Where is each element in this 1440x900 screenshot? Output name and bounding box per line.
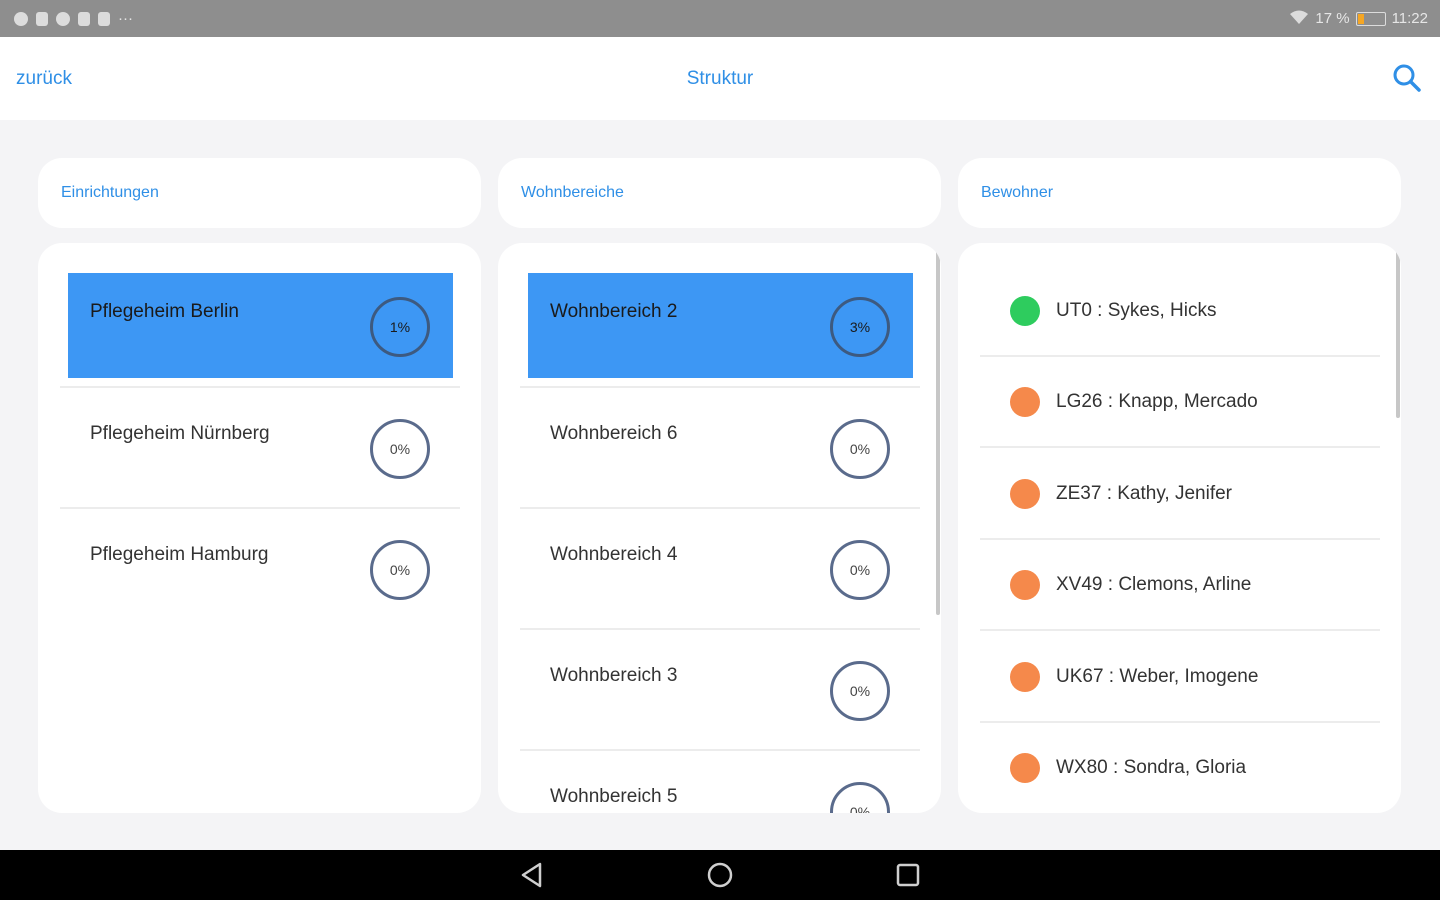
bewohner-list[interactable]: UT0 : Sykes, Hicks LG26 : Knapp, Mercado… — [958, 243, 1401, 813]
divider — [520, 386, 920, 388]
circle-home-icon[interactable] — [706, 861, 734, 889]
list-item[interactable]: Wohnbereich 6 0% — [528, 395, 913, 500]
divider — [520, 749, 920, 751]
progress-circle: 0% — [830, 661, 890, 721]
resident-row[interactable]: LG26 : Knapp, Mercado — [978, 356, 1380, 447]
resident-label: LG26 : Knapp, Mercado — [1056, 390, 1258, 412]
resident-label: UK67 : Weber, Imogene — [1056, 665, 1259, 687]
wohnbereiche-header: Wohnbereiche — [498, 158, 941, 228]
bewohner-column: Bewohner UT0 : Sykes, Hicks LG26 : Knapp… — [958, 158, 1401, 813]
progress-circle: 0% — [370, 419, 430, 479]
divider — [520, 628, 920, 630]
divider — [60, 507, 460, 509]
item-label: Wohnbereich 3 — [550, 665, 678, 686]
resident-row[interactable]: XV49 : Clemons, Arline — [978, 539, 1380, 630]
search-icon[interactable] — [1390, 62, 1424, 96]
list-item[interactable]: Pflegeheim Nürnberg 0% — [68, 395, 453, 500]
divider — [60, 386, 460, 388]
divider — [520, 507, 920, 509]
clock: 11:22 — [1391, 10, 1428, 27]
battery-percent: 17 % — [1315, 10, 1350, 27]
list-item[interactable]: Pflegeheim Hamburg 0% — [68, 516, 453, 621]
bewohner-header: Bewohner — [958, 158, 1401, 228]
page-title: Struktur — [686, 67, 754, 89]
item-label: Wohnbereich 2 — [550, 301, 678, 322]
square-recents-icon[interactable] — [894, 861, 922, 889]
item-label: Wohnbereich 5 — [550, 786, 678, 807]
progress-circle: 3% — [830, 297, 890, 357]
scrollbar[interactable] — [1396, 243, 1400, 418]
wohnbereiche-list[interactable]: Wohnbereich 2 3% Wohnbereich 6 0% Wohnbe… — [498, 243, 941, 813]
app-bar: zurück Struktur — [0, 37, 1440, 120]
notification-icon — [98, 11, 110, 26]
notification-icon — [56, 11, 70, 26]
list-item[interactable]: Wohnbereich 3 0% — [528, 637, 913, 742]
einrichtungen-list[interactable]: Pflegeheim Berlin 1% Pflegeheim Nürnberg… — [38, 243, 481, 813]
einrichtungen-header: Einrichtungen — [38, 158, 481, 228]
status-dot — [1010, 478, 1040, 509]
notification-icon — [14, 11, 28, 26]
item-label: Pflegeheim Nürnberg — [90, 423, 270, 444]
list-item[interactable]: Pflegeheim Berlin 1% — [68, 273, 453, 378]
scrollbar[interactable] — [936, 243, 940, 615]
status-dot — [1010, 386, 1040, 417]
progress-circle: 0% — [830, 540, 890, 600]
progress-circle: 1% — [370, 297, 430, 357]
resident-label: WX80 : Sondra, Gloria — [1056, 756, 1247, 778]
resident-label: XV49 : Clemons, Arline — [1056, 573, 1252, 595]
item-label: Pflegeheim Hamburg — [90, 544, 269, 565]
status-dot — [1010, 752, 1040, 783]
triangle-back-icon[interactable] — [518, 861, 546, 889]
status-icons-right: 17 % 11:22 — [1289, 10, 1428, 28]
resident-label: ZE37 : Kathy, Jenifer — [1056, 482, 1233, 504]
item-label: Wohnbereich 6 — [550, 423, 678, 444]
status-dot — [1010, 569, 1040, 600]
resident-row[interactable]: UT0 : Sykes, Hicks — [978, 265, 1380, 356]
status-dot — [1010, 295, 1040, 326]
resident-row[interactable]: WX80 : Sondra, Gloria — [978, 722, 1380, 813]
notification-icon — [78, 11, 90, 26]
progress-circle: 0% — [830, 782, 890, 813]
navigation-bar — [0, 850, 1440, 900]
more-icon: ··· — [118, 10, 133, 27]
back-button[interactable]: zurück — [16, 68, 72, 90]
wohnbereiche-column: Wohnbereiche Wohnbereich 2 3% Wohnbereic… — [498, 158, 941, 813]
progress-circle: 0% — [370, 540, 430, 600]
resident-row[interactable]: UK67 : Weber, Imogene — [978, 631, 1380, 722]
status-icons-left: ··· — [14, 10, 133, 27]
wifi-icon — [1289, 10, 1309, 28]
list-item[interactable]: Wohnbereich 5 0% — [528, 758, 913, 813]
status-dot — [1010, 661, 1040, 692]
progress-circle: 0% — [830, 419, 890, 479]
list-item[interactable]: Wohnbereich 2 3% — [528, 273, 913, 378]
item-label: Wohnbereich 4 — [550, 544, 678, 565]
list-item[interactable]: Wohnbereich 4 0% — [528, 516, 913, 621]
notification-icon — [36, 11, 48, 26]
resident-label: UT0 : Sykes, Hicks — [1056, 299, 1217, 321]
status-bar: ··· 17 % 11:22 — [0, 0, 1440, 37]
resident-row[interactable]: ZE37 : Kathy, Jenifer — [978, 448, 1380, 539]
item-label: Pflegeheim Berlin — [90, 301, 239, 322]
battery-icon — [1355, 11, 1386, 26]
einrichtungen-column: Einrichtungen Pflegeheim Berlin 1% Pfleg… — [38, 158, 481, 813]
